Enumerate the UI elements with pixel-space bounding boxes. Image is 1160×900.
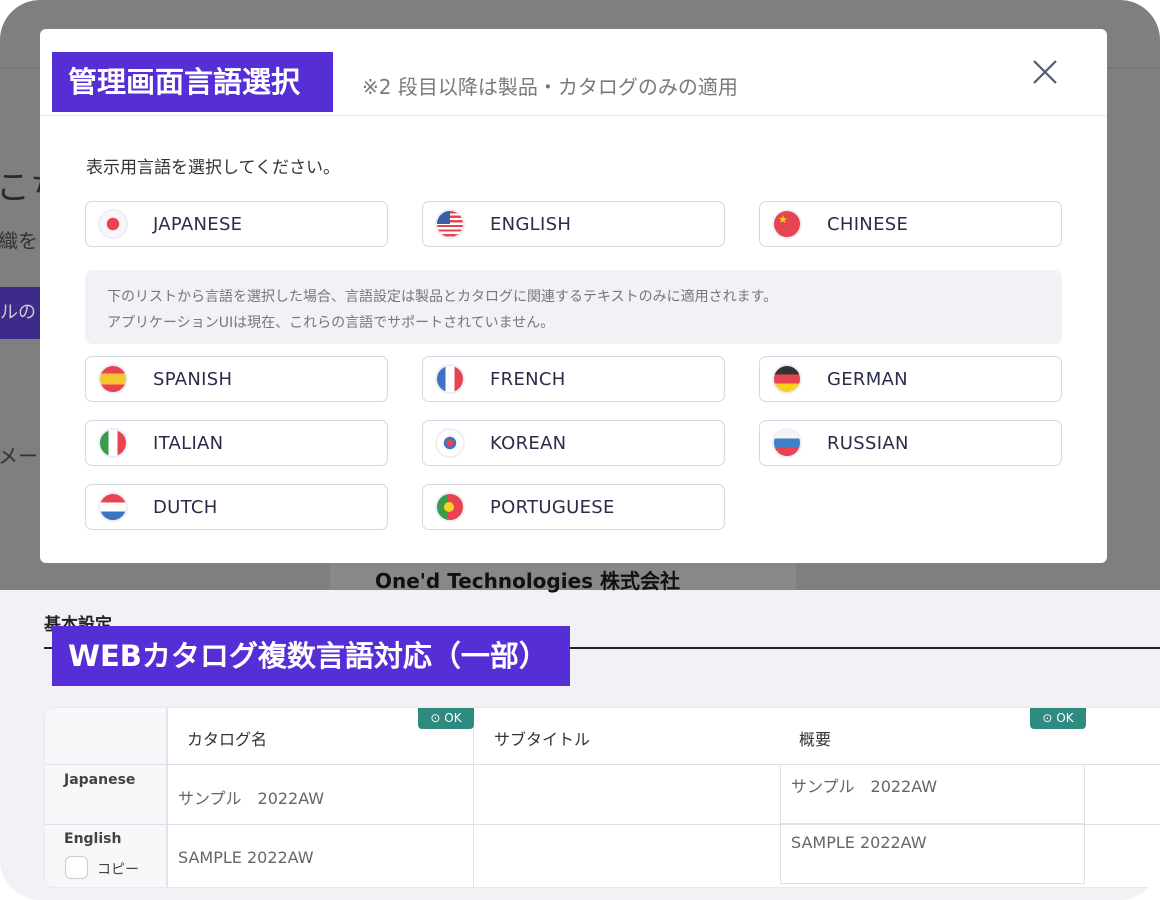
ok-label: OK: [1056, 711, 1074, 725]
language-option-spanish[interactable]: SPANISH: [85, 356, 388, 402]
row-lang-japanese: Japanese: [64, 772, 136, 788]
summary-text: サンプル 2022AW: [791, 777, 938, 796]
modal-note: ※2 段目以降は製品・カタログのみの適用: [362, 75, 738, 99]
copy-checkbox[interactable]: [65, 856, 88, 879]
language-option-russian[interactable]: RUSSIAN: [759, 420, 1062, 466]
background-text: 織を: [0, 229, 38, 253]
flag-ru-icon: [772, 428, 802, 458]
flag-fr-icon: [435, 364, 465, 394]
column-divider: [167, 708, 168, 887]
flag-star: ★: [778, 213, 788, 226]
language-label: CHINESE: [827, 214, 909, 235]
background-text: メー: [0, 444, 38, 468]
language-option-italian[interactable]: ITALIAN: [85, 420, 388, 466]
column-header-name: カタログ名: [187, 730, 268, 749]
summary-text: SAMPLE 2022AW: [791, 833, 927, 852]
copy-label: コピー: [97, 862, 139, 878]
language-option-portuguese[interactable]: PORTUGUESE: [422, 484, 725, 530]
column-divider: [473, 708, 474, 887]
flag-us-icon: [435, 209, 465, 239]
flag-pt-icon: [435, 492, 465, 522]
flag-kr-icon: [435, 428, 465, 458]
company-name: One'd Technologies 株式会社: [375, 569, 681, 593]
flag-cn-icon: ★: [772, 209, 802, 239]
flag-es-icon: [98, 364, 128, 394]
language-label: GERMAN: [827, 369, 908, 390]
language-label: DUTCH: [153, 497, 218, 518]
column-header-summary: 概要: [799, 730, 832, 749]
modal-header: 管理画面言語選択 ※2 段目以降は製品・カタログのみの適用: [40, 29, 1107, 116]
language-option-english[interactable]: ENGLISH: [422, 201, 725, 247]
row-lang-english: English: [64, 831, 122, 847]
flag-emblem: [444, 502, 454, 512]
language-label: ENGLISH: [490, 214, 572, 235]
name-input-english[interactable]: SAMPLE 2022AW: [178, 848, 314, 867]
ok-badge: ⊙ OK: [1030, 708, 1086, 729]
language-label: PORTUGUESE: [490, 497, 615, 518]
summary-input-english[interactable]: SAMPLE 2022AW: [780, 824, 1085, 884]
language-option-german[interactable]: GERMAN: [759, 356, 1062, 402]
flag-de-icon: [772, 364, 802, 394]
summary-input-japanese[interactable]: サンプル 2022AW: [780, 764, 1085, 824]
language-select-modal: 管理画面言語選択 ※2 段目以降は製品・カタログのみの適用 表示用言語を選択して…: [40, 29, 1107, 563]
name-input-japanese[interactable]: サンプル 2022AW: [178, 785, 324, 809]
info-line: 下のリストから言語を選択した場合、言語設定は製品とカタログに関連するテキストのみ…: [107, 289, 778, 305]
info-box: 下のリストから言語を選択した場合、言語設定は製品とカタログに関連するテキストのみ…: [85, 270, 1062, 344]
language-label: JAPANESE: [153, 214, 243, 235]
catalog-badge: WEBカタログ複数言語対応（一部）: [52, 626, 570, 686]
catalog-language-table: カタログ名 サブタイトル 概要 ⊙ OK ⊙ OK Japanese サンプル …: [44, 707, 1160, 888]
language-option-chinese[interactable]: ★ CHINESE: [759, 201, 1062, 247]
ok-label: OK: [444, 711, 462, 725]
flag-it-icon: [98, 428, 128, 458]
background-button: ルの: [0, 287, 40, 339]
column-header-subtitle: サブタイトル: [494, 730, 591, 749]
language-option-korean[interactable]: KOREAN: [422, 420, 725, 466]
ok-badge: ⊙ OK: [418, 708, 474, 729]
language-label: FRENCH: [490, 369, 566, 390]
language-option-french[interactable]: FRENCH: [422, 356, 725, 402]
flag-jp-icon: [98, 209, 128, 239]
language-option-dutch[interactable]: DUTCH: [85, 484, 388, 530]
info-line: アプリケーションUIは現在、これらの言語でサポートされていません。: [107, 315, 555, 331]
close-icon[interactable]: [1030, 57, 1060, 87]
background-button-label: ルの: [0, 302, 36, 323]
language-label: ITALIAN: [153, 433, 224, 454]
language-label: RUSSIAN: [827, 433, 909, 454]
language-label: SPANISH: [153, 369, 233, 390]
prompt-text: 表示用言語を選択してください。: [86, 158, 340, 178]
language-label: KOREAN: [490, 433, 567, 454]
flag-canton: [437, 211, 450, 224]
flag-nl-icon: [98, 492, 128, 522]
language-option-japanese[interactable]: JAPANESE: [85, 201, 388, 247]
modal-title: 管理画面言語選択: [52, 52, 333, 112]
app-frame: こち 織を ルの メー One'd Technologies 株式会社 管理画面…: [0, 0, 1160, 900]
